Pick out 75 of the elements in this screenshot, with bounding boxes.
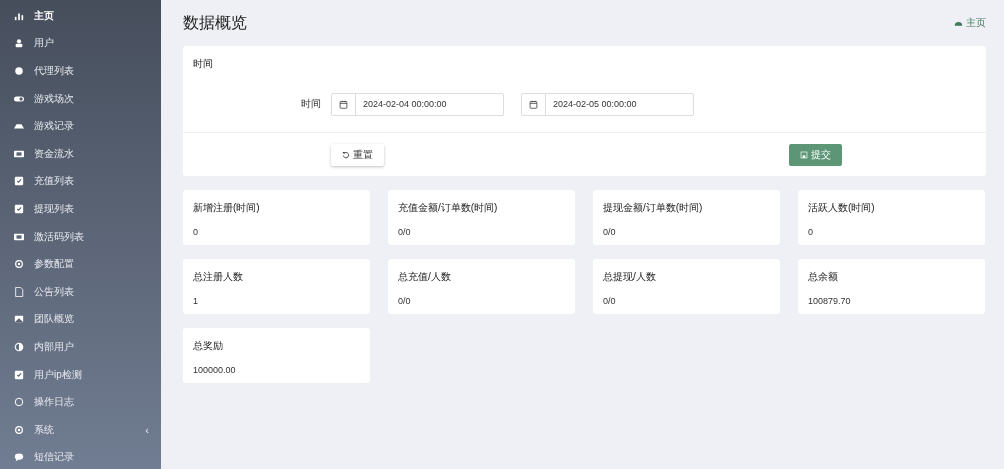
stat-value: 100000.00	[193, 365, 237, 375]
submit-button[interactable]: 提交	[789, 143, 842, 166]
sidebar-item[interactable]: 用户	[0, 29, 161, 58]
ring-icon	[14, 397, 24, 408]
chevron-icon: ‹	[145, 423, 149, 436]
stat-label: 总充值/人数	[398, 270, 452, 284]
sidebar-label: 资金流水	[34, 146, 75, 161]
calendar-icon	[529, 99, 538, 109]
sidebar-label: 操作日志	[34, 395, 75, 410]
sidebar-label: 激活码列表	[34, 229, 85, 244]
sidebar-item[interactable]: 内部用户	[0, 333, 161, 361]
sidebar-item[interactable]: 操作日志	[0, 388, 161, 416]
sidebar-item[interactable]: 充值列表	[0, 167, 161, 196]
stat-value: 1	[193, 296, 199, 306]
stat-value: 0/0	[398, 296, 412, 306]
sidebar-item[interactable]: 系统 ‹	[0, 415, 161, 444]
chat-bubble-icon	[14, 452, 24, 463]
sidebar-label: 用户	[34, 36, 55, 51]
sidebar-item[interactable]: 参数配置	[0, 250, 161, 278]
sidebar-item[interactable]: 游戏场次	[0, 84, 161, 113]
sidebar-item[interactable]: 短信记录	[0, 443, 161, 469]
stat-value: 0/0	[603, 296, 617, 306]
stat-label: 总注册人数	[193, 270, 244, 284]
stat-label: 充值金额/订单数(时间)	[398, 201, 499, 215]
stat-label: 总奖励	[193, 339, 224, 353]
sidebar-item[interactable]: 团队概览	[0, 305, 161, 334]
sidebar-item[interactable]: 代理列表	[0, 57, 161, 85]
page-title: 数据概览	[183, 12, 247, 33]
stat-label: 活跃人数(时间)	[808, 201, 876, 215]
sidebar-item[interactable]: 游戏记录	[0, 112, 161, 140]
stat-value: 0	[808, 227, 814, 237]
stat-value: 0/0	[603, 227, 617, 237]
sidebar-item[interactable]: 主页	[0, 2, 161, 30]
panel-title: 时间	[192, 57, 214, 71]
file-icon	[14, 286, 24, 297]
sidebar-label: 参数配置	[34, 257, 75, 272]
image-icon	[14, 314, 24, 325]
sidebar-label: 团队概览	[34, 312, 75, 327]
breadcrumb-link[interactable]: 主页	[954, 16, 986, 30]
sidebar-item[interactable]: 用户ip检测	[0, 360, 161, 389]
sidebar-label: 用户ip检测	[34, 367, 83, 382]
checkbox-icon	[14, 203, 24, 214]
sidebar-item[interactable]: 资金流水	[0, 139, 161, 168]
sidebar-label: 充值列表	[34, 174, 75, 189]
stat-value: 0	[193, 227, 199, 237]
stat-label: 提现金额/订单数(时间)	[603, 201, 704, 215]
sidebar-label: 游戏场次	[34, 91, 75, 106]
gear-icon	[14, 424, 24, 435]
calendar-icon	[339, 99, 348, 109]
field-label: 时间	[300, 97, 321, 111]
sidebar-label: 代理列表	[34, 64, 75, 78]
money-icon	[14, 148, 24, 159]
sidebar-label: 内部用户	[34, 339, 75, 354]
sidebar-label: 提现列表	[34, 201, 75, 216]
sidebar-item[interactable]: 公告列表	[0, 277, 161, 306]
stat-value: 0/0	[398, 227, 412, 237]
sidebar-item[interactable]: 提现列表	[0, 195, 161, 223]
undo-icon	[342, 150, 350, 159]
stat-value: 100879.70	[808, 296, 852, 306]
sidebar-label: 短信记录	[34, 450, 75, 465]
stat-label: 总余额	[808, 270, 839, 284]
sidebar-label: 系统	[34, 422, 55, 437]
date-field[interactable]: 2024-02-05 00:00:00	[521, 92, 694, 116]
save-icon	[800, 150, 808, 159]
half-circle-icon	[14, 341, 24, 352]
date-field[interactable]: 2024-02-04 00:00:00	[331, 92, 504, 116]
reset-button[interactable]: 重置	[331, 143, 384, 166]
sidebar-label: 公告列表	[34, 284, 75, 299]
user-icon	[14, 38, 24, 49]
stat-label: 总提现/人数	[603, 270, 657, 284]
stat-label: 新增注册(时间)	[193, 201, 261, 215]
sidebar-label: 主页	[34, 8, 55, 23]
circle-icon	[14, 66, 24, 76]
sidebar-item[interactable]: 激活码列表	[0, 222, 161, 251]
sidebar-label: 游戏记录	[34, 119, 75, 134]
